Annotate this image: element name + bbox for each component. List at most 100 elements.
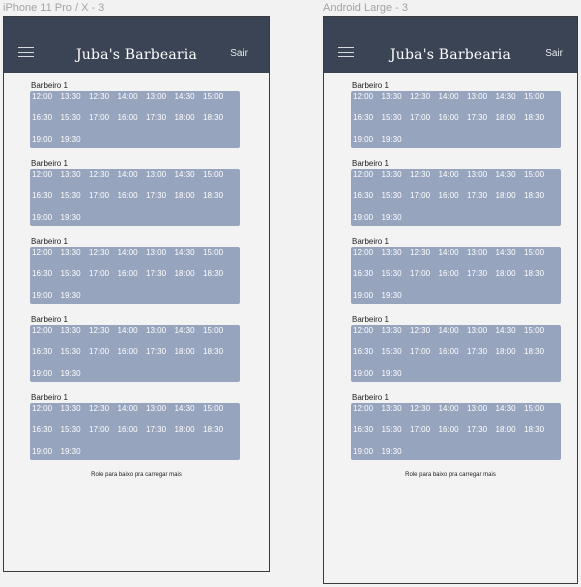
- time-slot[interactable]: 18:30: [524, 425, 553, 446]
- time-slot[interactable]: 18:30: [524, 191, 553, 212]
- time-slot[interactable]: 13:00: [467, 248, 496, 269]
- time-slot[interactable]: 19:30: [61, 213, 90, 234]
- time-slot[interactable]: 13:30: [61, 326, 90, 347]
- time-slot[interactable]: 16:30: [353, 425, 382, 446]
- time-slot[interactable]: 17:00: [89, 269, 118, 290]
- time-slot[interactable]: 19:00: [32, 135, 61, 156]
- time-slot[interactable]: 12:00: [353, 404, 382, 425]
- time-slot[interactable]: 19:00: [353, 291, 382, 312]
- time-slot[interactable]: 14:30: [496, 170, 525, 191]
- time-slot[interactable]: 14:30: [496, 248, 525, 269]
- time-slot[interactable]: 17:00: [410, 269, 439, 290]
- time-slot[interactable]: 17:00: [410, 425, 439, 446]
- time-slot[interactable]: 18:00: [175, 113, 204, 134]
- time-slot[interactable]: 12:00: [32, 404, 61, 425]
- time-slot[interactable]: 15:30: [382, 269, 411, 290]
- time-slot[interactable]: 13:00: [146, 92, 175, 113]
- time-slot[interactable]: 13:00: [467, 326, 496, 347]
- time-slot[interactable]: 15:00: [524, 404, 553, 425]
- time-slot[interactable]: 17:30: [467, 113, 496, 134]
- time-slot[interactable]: 18:00: [175, 191, 204, 212]
- time-slot[interactable]: 19:30: [382, 213, 411, 234]
- time-slot[interactable]: 19:00: [32, 369, 61, 390]
- time-slot[interactable]: 17:30: [146, 347, 175, 368]
- time-slot[interactable]: 15:30: [61, 113, 90, 134]
- time-slot[interactable]: 16:00: [118, 113, 147, 134]
- time-slot[interactable]: 18:00: [496, 425, 525, 446]
- logout-button[interactable]: Sair: [545, 48, 563, 59]
- time-slot[interactable]: 16:00: [118, 191, 147, 212]
- time-slot[interactable]: 19:30: [382, 135, 411, 156]
- time-slot[interactable]: 13:00: [467, 92, 496, 113]
- time-slot[interactable]: 18:00: [175, 425, 204, 446]
- time-slot[interactable]: 12:30: [89, 404, 118, 425]
- time-slot[interactable]: 19:30: [382, 447, 411, 468]
- time-slot[interactable]: 14:00: [118, 248, 147, 269]
- time-slot[interactable]: 18:30: [524, 269, 553, 290]
- time-slot[interactable]: 15:00: [203, 404, 232, 425]
- time-slot[interactable]: 13:00: [146, 248, 175, 269]
- time-slot[interactable]: 15:00: [524, 170, 553, 191]
- time-slot[interactable]: 18:00: [496, 191, 525, 212]
- time-slot[interactable]: 12:30: [410, 170, 439, 191]
- time-slot[interactable]: 17:30: [467, 347, 496, 368]
- time-slot[interactable]: 13:30: [382, 92, 411, 113]
- time-slot[interactable]: 15:00: [524, 326, 553, 347]
- time-slot[interactable]: 17:00: [89, 425, 118, 446]
- time-slot[interactable]: 16:00: [118, 425, 147, 446]
- time-slot[interactable]: 17:30: [467, 269, 496, 290]
- time-slot[interactable]: 15:30: [61, 425, 90, 446]
- time-slot[interactable]: 14:30: [175, 248, 204, 269]
- time-slot[interactable]: 14:30: [496, 404, 525, 425]
- time-slot[interactable]: 16:00: [439, 425, 468, 446]
- time-slot[interactable]: 19:30: [61, 447, 90, 468]
- time-slot[interactable]: 15:30: [382, 113, 411, 134]
- time-slot[interactable]: 19:00: [32, 213, 61, 234]
- time-slot[interactable]: 14:30: [175, 326, 204, 347]
- time-slot[interactable]: 15:30: [382, 191, 411, 212]
- time-slot[interactable]: 12:00: [32, 248, 61, 269]
- time-slot[interactable]: 15:30: [61, 191, 90, 212]
- time-slot[interactable]: 17:00: [410, 191, 439, 212]
- time-slot[interactable]: 19:00: [353, 135, 382, 156]
- time-slot[interactable]: 16:30: [32, 269, 61, 290]
- time-slot[interactable]: 15:00: [524, 248, 553, 269]
- time-slot[interactable]: 17:00: [89, 347, 118, 368]
- time-slot[interactable]: 16:30: [32, 113, 61, 134]
- time-slot[interactable]: 13:30: [382, 170, 411, 191]
- time-slot[interactable]: 16:00: [118, 269, 147, 290]
- time-slot[interactable]: 12:00: [353, 92, 382, 113]
- time-slot[interactable]: 14:30: [175, 404, 204, 425]
- time-slot[interactable]: 13:00: [467, 170, 496, 191]
- time-slot[interactable]: 19:30: [61, 135, 90, 156]
- time-slot[interactable]: 13:30: [382, 248, 411, 269]
- time-slot[interactable]: 15:00: [203, 326, 232, 347]
- time-slot[interactable]: 12:30: [410, 248, 439, 269]
- time-slot[interactable]: 14:30: [496, 92, 525, 113]
- time-slot[interactable]: 16:30: [32, 191, 61, 212]
- time-slot[interactable]: 15:00: [203, 92, 232, 113]
- time-slot[interactable]: 16:00: [439, 191, 468, 212]
- time-slot[interactable]: 18:30: [203, 347, 232, 368]
- time-slot[interactable]: 16:00: [439, 113, 468, 134]
- time-slot[interactable]: 19:30: [61, 291, 90, 312]
- time-slot[interactable]: 14:00: [439, 248, 468, 269]
- time-slot[interactable]: 12:30: [410, 326, 439, 347]
- time-slot[interactable]: 14:00: [118, 326, 147, 347]
- time-slot[interactable]: 13:00: [467, 404, 496, 425]
- time-slot[interactable]: 16:30: [353, 347, 382, 368]
- time-slot[interactable]: 13:00: [146, 326, 175, 347]
- time-slot[interactable]: 14:00: [118, 92, 147, 113]
- time-slot[interactable]: 13:30: [61, 404, 90, 425]
- time-slot[interactable]: 12:00: [353, 170, 382, 191]
- time-slot[interactable]: 16:00: [439, 269, 468, 290]
- time-slot[interactable]: 17:30: [146, 113, 175, 134]
- time-slot[interactable]: 13:30: [61, 92, 90, 113]
- time-slot[interactable]: 17:30: [146, 191, 175, 212]
- time-slot[interactable]: 17:30: [146, 269, 175, 290]
- time-slot[interactable]: 18:00: [496, 113, 525, 134]
- time-slot[interactable]: 16:00: [118, 347, 147, 368]
- time-slot[interactable]: 16:30: [353, 113, 382, 134]
- time-slot[interactable]: 12:30: [410, 92, 439, 113]
- time-slot[interactable]: 17:30: [146, 425, 175, 446]
